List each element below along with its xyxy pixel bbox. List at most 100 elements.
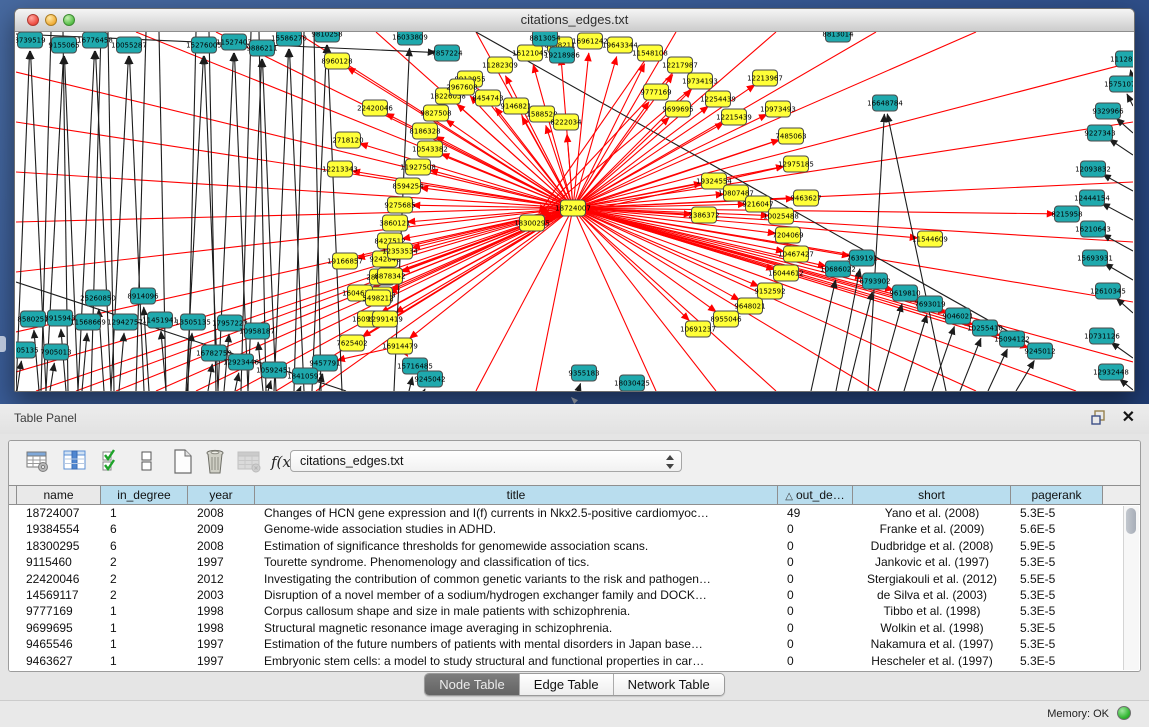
- split-pane-resize-handle[interactable]: [569, 395, 581, 405]
- tab-node-table[interactable]: Node Table: [425, 674, 520, 695]
- table-cell[interactable]: Hescheler et al. (1997): [853, 653, 1011, 669]
- citation-edge-black[interactable]: [1127, 94, 1133, 106]
- network-node[interactable]: 16033809: [392, 32, 428, 45]
- table-cell[interactable]: Estimation of significance thresholds fo…: [255, 538, 778, 554]
- citation-edge-black[interactable]: [1103, 234, 1133, 251]
- citation-edge-black[interactable]: [268, 381, 271, 391]
- table-scrollbar-thumb[interactable]: [1126, 508, 1136, 534]
- network-node[interactable]: 18410592: [287, 368, 323, 384]
- table-row[interactable]: 2242004622012Investigating the contribut…: [9, 571, 1124, 587]
- citation-edge-black[interactable]: [82, 333, 87, 391]
- network-node[interactable]: 11451941: [142, 312, 178, 328]
- column-header-short[interactable]: short: [853, 486, 1011, 504]
- table-cell[interactable]: 0: [778, 603, 853, 619]
- table-cell[interactable]: 5.3E-5: [1011, 653, 1103, 669]
- network-node[interactable]: 9505135: [16, 342, 39, 358]
- table-cell[interactable]: 1997: [188, 653, 255, 669]
- citation-edge-black[interactable]: [111, 56, 128, 391]
- network-node[interactable]: 10055287: [111, 37, 147, 53]
- table-cell[interactable]: Estimation of the future numbers of pati…: [255, 636, 778, 652]
- table-cell[interactable]: 1: [101, 636, 188, 652]
- citation-edge-red[interactable]: [573, 208, 876, 391]
- table-cell[interactable]: Changes of HCN gene expression and I(f) …: [255, 505, 778, 521]
- table-chooser-dropdown[interactable]: citations_edges.txt: [290, 450, 682, 472]
- network-node[interactable]: 7639191: [846, 250, 877, 266]
- network-node[interactable]: 12215439: [716, 109, 752, 125]
- network-node[interactable]: 10691237: [680, 321, 716, 337]
- citation-edge-black[interactable]: [904, 315, 927, 391]
- citation-edge-red[interactable]: [16, 208, 573, 332]
- citation-edge-black[interactable]: [218, 53, 233, 391]
- network-node[interactable]: 9155065: [48, 37, 79, 53]
- network-node[interactable]: 15693931: [1077, 250, 1113, 266]
- tab-edge-table[interactable]: Edge Table: [520, 674, 614, 695]
- column-header-name[interactable]: name: [17, 486, 101, 504]
- network-node[interactable]: 9619810: [889, 285, 920, 301]
- network-node[interactable]: 9329966: [1092, 103, 1124, 119]
- network-node[interactable]: 11927508: [400, 159, 436, 175]
- side-panel-collapse-handle[interactable]: [0, 336, 6, 352]
- network-node[interactable]: 8454743: [472, 90, 503, 106]
- table-cell[interactable]: 6: [101, 538, 188, 554]
- network-node[interactable]: 11128207: [1110, 51, 1133, 67]
- memory-status-indicator[interactable]: [1117, 706, 1131, 720]
- table-cell[interactable]: 5.3E-5: [1011, 587, 1103, 603]
- network-node[interactable]: 16044612: [768, 265, 804, 281]
- table-cell[interactable]: 5.6E-5: [1011, 521, 1103, 537]
- zoom-window-button[interactable]: [63, 14, 75, 26]
- network-node[interactable]: 7485063: [775, 128, 806, 144]
- table-cell[interactable]: 2012: [188, 571, 255, 587]
- delete-table-button[interactable]: [203, 449, 229, 475]
- table-cell[interactable]: 18724007: [17, 505, 101, 521]
- network-node[interactable]: 9152592: [754, 283, 785, 299]
- table-cell[interactable]: Dudbridge et al. (2008): [853, 538, 1011, 554]
- table-cell[interactable]: 1998: [188, 603, 255, 619]
- network-node[interactable]: 9463627: [790, 190, 821, 206]
- table-cell[interactable]: 2008: [188, 505, 255, 521]
- citation-edge-black[interactable]: [235, 373, 239, 391]
- citation-edge-black[interactable]: [50, 363, 54, 391]
- network-node[interactable]: 11568669: [70, 314, 106, 330]
- table-cell[interactable]: 5.3E-5: [1011, 505, 1103, 521]
- table-cell[interactable]: 1: [101, 603, 188, 619]
- network-node[interactable]: 15094122: [994, 331, 1030, 347]
- table-cell[interactable]: 5.3E-5: [1011, 636, 1103, 652]
- table-cell[interactable]: Investigating the contribution of common…: [255, 571, 778, 587]
- citation-edge-black[interactable]: [34, 330, 39, 391]
- table-options-button[interactable]: [26, 449, 52, 475]
- network-node[interactable]: 12932448: [1093, 364, 1129, 380]
- network-node[interactable]: 9777169: [640, 84, 671, 100]
- table-cell[interactable]: 0: [778, 538, 853, 554]
- network-node[interactable]: 5498212: [362, 290, 393, 306]
- network-node[interactable]: 11544609: [912, 231, 948, 247]
- network-node[interactable]: 10255410: [967, 320, 1003, 336]
- table-cell[interactable]: Jankovic et al. (1997): [853, 554, 1011, 570]
- table-cell[interactable]: Embryonic stem cells: a model to study s…: [255, 653, 778, 669]
- network-node[interactable]: 8739519: [16, 32, 46, 48]
- network-node[interactable]: 8222034: [550, 114, 582, 130]
- network-node[interactable]: 22420046: [357, 100, 393, 116]
- network-node[interactable]: 9648021: [734, 298, 765, 314]
- citation-edge-black[interactable]: [159, 32, 166, 391]
- table-cell[interactable]: 22420046: [17, 571, 101, 587]
- network-node[interactable]: 15586270: [271, 32, 307, 46]
- network-node[interactable]: 12975185: [778, 156, 814, 172]
- new-table-button[interactable]: [171, 449, 197, 475]
- citation-edge-black[interactable]: [248, 59, 262, 391]
- table-cell[interactable]: 6: [101, 521, 188, 537]
- network-node[interactable]: 9355183: [568, 365, 599, 381]
- citation-edge-red[interactable]: [505, 76, 573, 208]
- network-node[interactable]: 16210643: [1075, 221, 1111, 237]
- network-node[interactable]: 10731126: [1084, 328, 1120, 344]
- network-node[interactable]: 12942757: [107, 314, 143, 330]
- column-header-title[interactable]: title: [255, 486, 778, 504]
- network-node[interactable]: 12254439: [700, 91, 736, 107]
- table-cell[interactable]: Franke et al. (2009): [853, 521, 1011, 537]
- row-height-button[interactable]: [135, 449, 161, 475]
- network-node[interactable]: 18030425: [614, 375, 650, 391]
- table-cell[interactable]: 9463627: [17, 653, 101, 669]
- citation-edge-black[interactable]: [294, 32, 304, 391]
- citation-edge-red[interactable]: [536, 208, 573, 391]
- table-cell[interactable]: 14569117: [17, 587, 101, 603]
- network-node[interactable]: 16914479: [382, 338, 418, 354]
